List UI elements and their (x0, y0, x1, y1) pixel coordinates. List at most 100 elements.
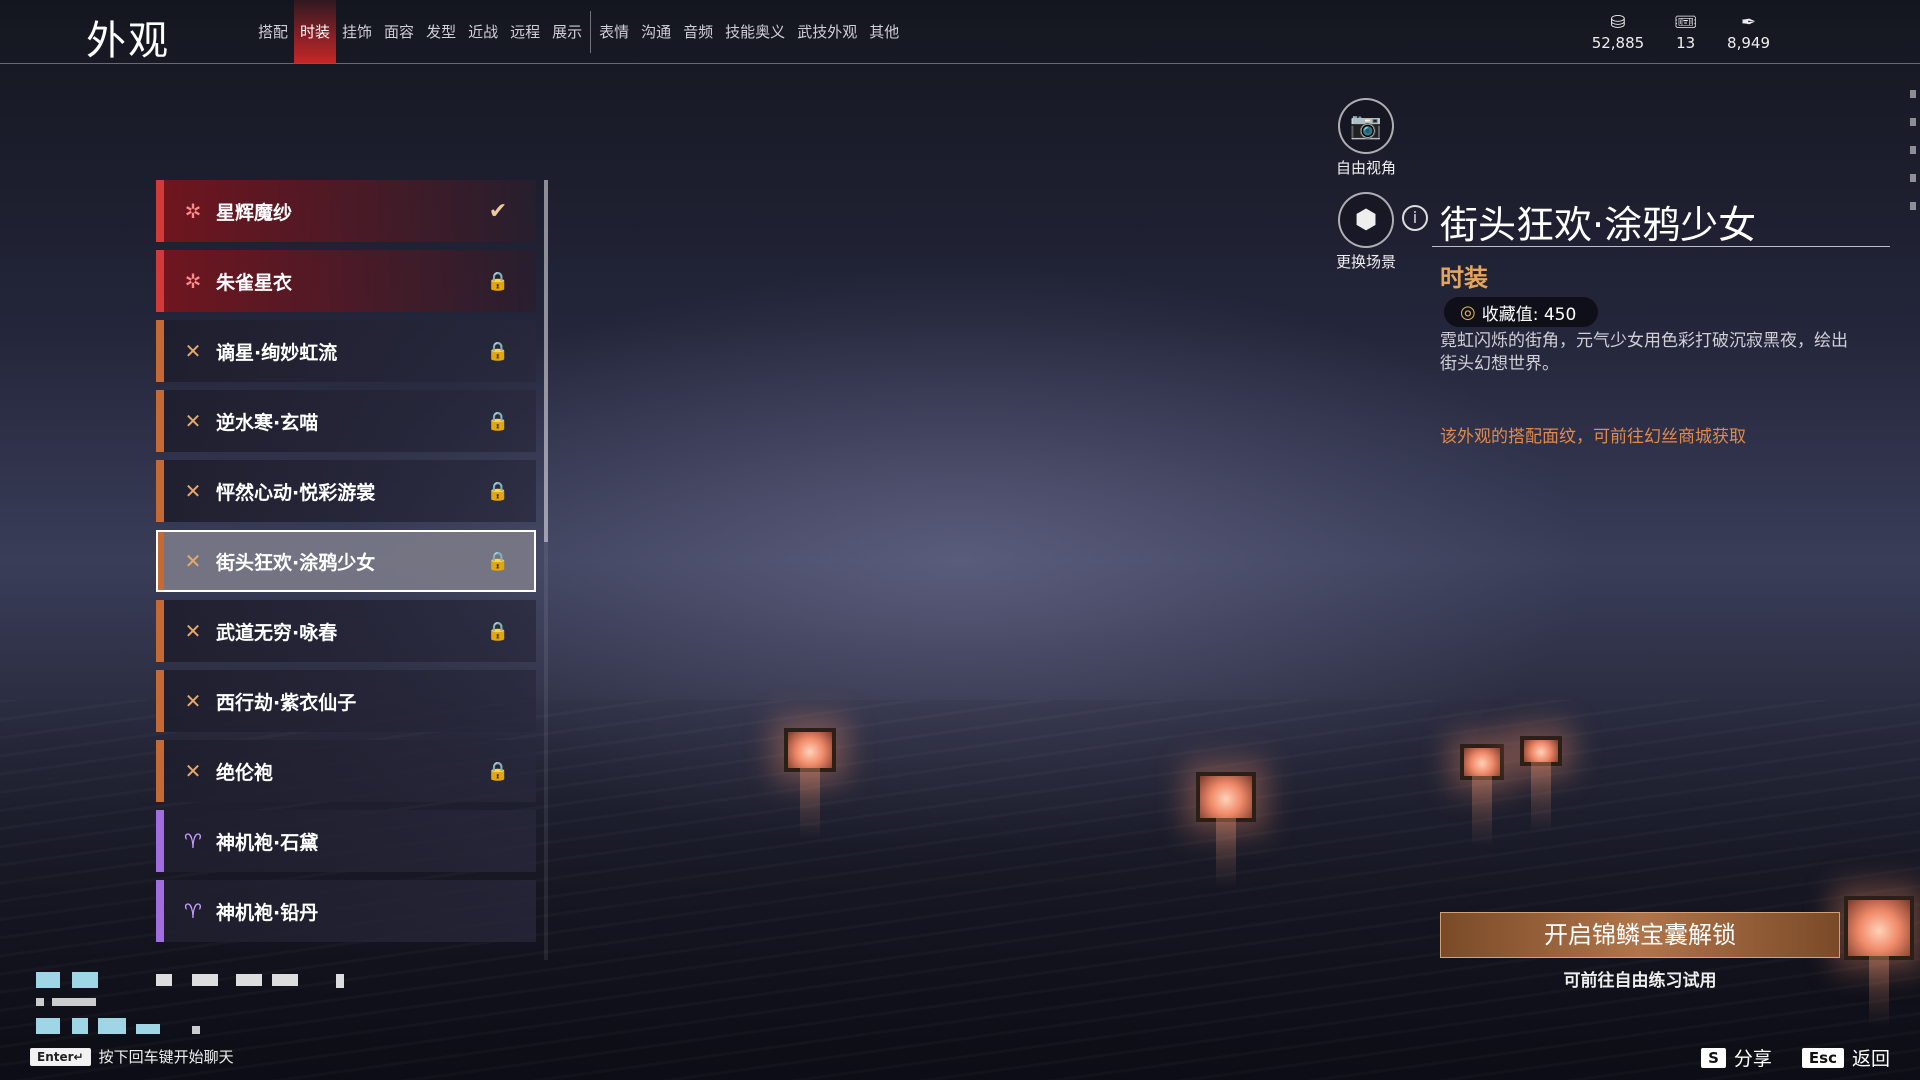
outfit-item[interactable]: ✲ 星辉魔纱 ✔ (156, 180, 536, 242)
lock-icon: 🔒 (486, 270, 510, 292)
outfit-item-label: 绝伦袍 (216, 761, 274, 784)
rarity-icon: ✕ (184, 759, 202, 783)
outfit-item[interactable]: ✕ 西行劫·紫衣仙子 (156, 670, 536, 732)
title-divider (1432, 246, 1890, 247)
outfit-item[interactable]: ✕ 谪星·绚妙虹流 🔒 (156, 320, 536, 382)
share-label: 分享 (1733, 1048, 1772, 1070)
change-scene-label: 更换场景 (1335, 253, 1396, 271)
lock-icon: 🔒 (486, 340, 510, 362)
pattern-hint[interactable]: 该外观的搭配面纹，可前往幻丝商城获取 (1440, 422, 1746, 447)
outfit-item[interactable]: ✲ 朱雀星衣 🔒 (156, 250, 536, 312)
outfit-item-label: 街头狂欢·涂鸦少女 (216, 551, 376, 574)
lock-icon: 🔒 (486, 550, 510, 572)
outfit-description: 霓虹闪烁的街角，元气少女用色彩打破沉寂黑夜，绘出街头幻想世界。 (1440, 331, 1848, 374)
collection-value: 收藏值: 450 (1481, 304, 1577, 325)
rarity-icon: ✕ (184, 479, 202, 503)
outfit-item[interactable]: ♈ 神机袍·石黛 (156, 810, 536, 872)
tab-0[interactable]: 搭配 (252, 0, 294, 64)
chat-hint[interactable]: Enter↵ 按下回车键开始聊天 (30, 1046, 234, 1067)
outfit-item[interactable]: ✕ 逆水寒·玄喵 🔒 (156, 390, 536, 452)
currency-0: ⛁ 52,885 (1592, 12, 1645, 52)
outfit-item[interactable]: ✕ 武道无穷·咏春 🔒 (156, 600, 536, 662)
floating-lantern (784, 728, 836, 772)
outfit-item[interactable]: ✕ 街头狂欢·涂鸦少女 🔒 (156, 530, 536, 592)
top-bar: 外观 搭配 时装 挂饰 面容 发型 近战 远程 展示 表情 沟通 音频 技能奥义 武技外观 其他 ⛁ 52,… (0, 0, 1920, 64)
checkmark-icon: ✔ (488, 198, 508, 224)
chat-messages-blurred (36, 972, 356, 1038)
rarity-icon: ✕ (184, 619, 202, 643)
tab-5[interactable]: 近战 (462, 0, 504, 64)
info-icon[interactable]: i (1402, 205, 1428, 231)
rarity-icon: ✕ (184, 549, 202, 573)
outfit-item-label: 神机袍·铅丹 (216, 901, 319, 924)
tab-3[interactable]: 面容 (378, 0, 420, 64)
outfit-item[interactable]: ✕ 绝伦袍 🔒 (156, 740, 536, 802)
ticket-icon: 🎟 (1674, 12, 1698, 33)
tab-7[interactable]: 展示 (546, 0, 588, 64)
share-key-badge: S (1701, 1047, 1726, 1068)
outfit-item[interactable]: ✕ 怦然心动·悦彩游裳 🔒 (156, 460, 536, 522)
enter-key-badge: Enter↵ (30, 1047, 91, 1066)
outfit-title: 街头狂欢·涂鸦少女 (1440, 203, 1757, 247)
currency-2: ✒ 8,949 (1727, 12, 1770, 52)
page-title: 外观 (86, 18, 170, 64)
outfit-item-label: 武道无穷·咏春 (216, 621, 338, 644)
floating-lantern (1460, 744, 1504, 780)
outfit-item-label: 怦然心动·悦彩游裳 (216, 481, 376, 504)
back-key-badge: Esc (1801, 1047, 1844, 1068)
floating-lantern (1844, 896, 1914, 960)
unlock-button[interactable]: 开启锦鳞宝囊解锁 (1440, 912, 1840, 958)
bottom-actions: S 分享 Esc 返回 (1701, 1044, 1890, 1071)
tab-2[interactable]: 挂饰 (336, 0, 378, 64)
scroll-thumb[interactable] (544, 180, 548, 542)
outfit-item-label: 逆水寒·玄喵 (216, 411, 319, 434)
currency-value: 8,949 (1727, 34, 1770, 52)
side-indicator (1910, 90, 1916, 280)
lock-icon: 🔒 (486, 760, 510, 782)
floating-lantern (1520, 736, 1562, 766)
outfit-item[interactable]: ♈ 神机袍·铅丹 (156, 880, 536, 942)
tab-separator (590, 11, 592, 53)
rarity-icon: ♈ (184, 829, 202, 853)
cube-icon: ⬢ (1354, 205, 1378, 235)
tab-13[interactable]: 其他 (863, 0, 905, 64)
tab-11[interactable]: 技能奥义 (719, 0, 791, 64)
outfit-item-label: 星辉魔纱 (216, 201, 293, 224)
tab-12[interactable]: 武技外观 (791, 0, 863, 64)
tab-4[interactable]: 发型 (420, 0, 462, 64)
currency-1: 🎟 13 (1674, 12, 1697, 52)
change-scene-button[interactable]: ⬢ (1338, 192, 1394, 248)
category-tabs: 搭配 时装 挂饰 面容 发型 近战 远程 展示 表情 沟通 音频 技能奥义 武技外观 其他 (252, 0, 905, 64)
collection-coin-icon: ◎ (1460, 301, 1476, 323)
outfit-category: 时装 (1440, 264, 1488, 292)
currency-display: ⛁ 52,885 🎟 13 ✒ 8,949 (1592, 12, 1770, 52)
rarity-icon: ✲ (184, 199, 202, 223)
tab-10[interactable]: 音频 (677, 0, 719, 64)
coin-stack-icon: ⛁ (1610, 12, 1626, 33)
collection-value-badge: ◎ 收藏值: 450 (1444, 297, 1599, 327)
free-view-button[interactable]: 📷 (1338, 98, 1394, 154)
outfit-item-label: 西行劫·紫衣仙子 (216, 691, 357, 714)
floating-lantern (1196, 772, 1256, 822)
outfit-list-scrollbar[interactable] (544, 180, 548, 960)
rarity-icon: ✕ (184, 689, 202, 713)
outfit-list[interactable]: ✲ 星辉魔纱 ✔ ✲ 朱雀星衣 🔒 ✕ 谪星·绚妙虹流 🔒 ✕ 逆水寒·玄喵 🔒 ✕ 怦然心动·悦彩游裳 🔒… (156, 180, 536, 960)
back-button[interactable]: Esc 返回 (1801, 1044, 1890, 1071)
feather-icon: ✒ (1740, 12, 1757, 33)
outfit-item-label: 神机袍·石黛 (216, 831, 319, 854)
currency-value: 13 (1676, 34, 1696, 52)
chat-hint-text: 按下回车键开始聊天 (98, 1048, 234, 1066)
tab-9[interactable]: 沟通 (635, 0, 677, 64)
lock-icon: 🔒 (486, 620, 510, 642)
tab-8[interactable]: 表情 (593, 0, 635, 64)
rarity-icon: ✲ (184, 269, 202, 293)
share-button[interactable]: S 分享 (1701, 1044, 1772, 1071)
free-view-label: 自由视角 (1335, 159, 1396, 177)
rarity-icon: ✕ (184, 409, 202, 433)
tab-6[interactable]: 远程 (504, 0, 546, 64)
rarity-icon: ♈ (184, 899, 202, 923)
back-label: 返回 (1851, 1048, 1890, 1070)
rarity-icon: ✕ (184, 339, 202, 363)
outfit-item-label: 谪星·绚妙虹流 (216, 341, 338, 364)
tab-1[interactable]: 时装 (294, 0, 337, 64)
